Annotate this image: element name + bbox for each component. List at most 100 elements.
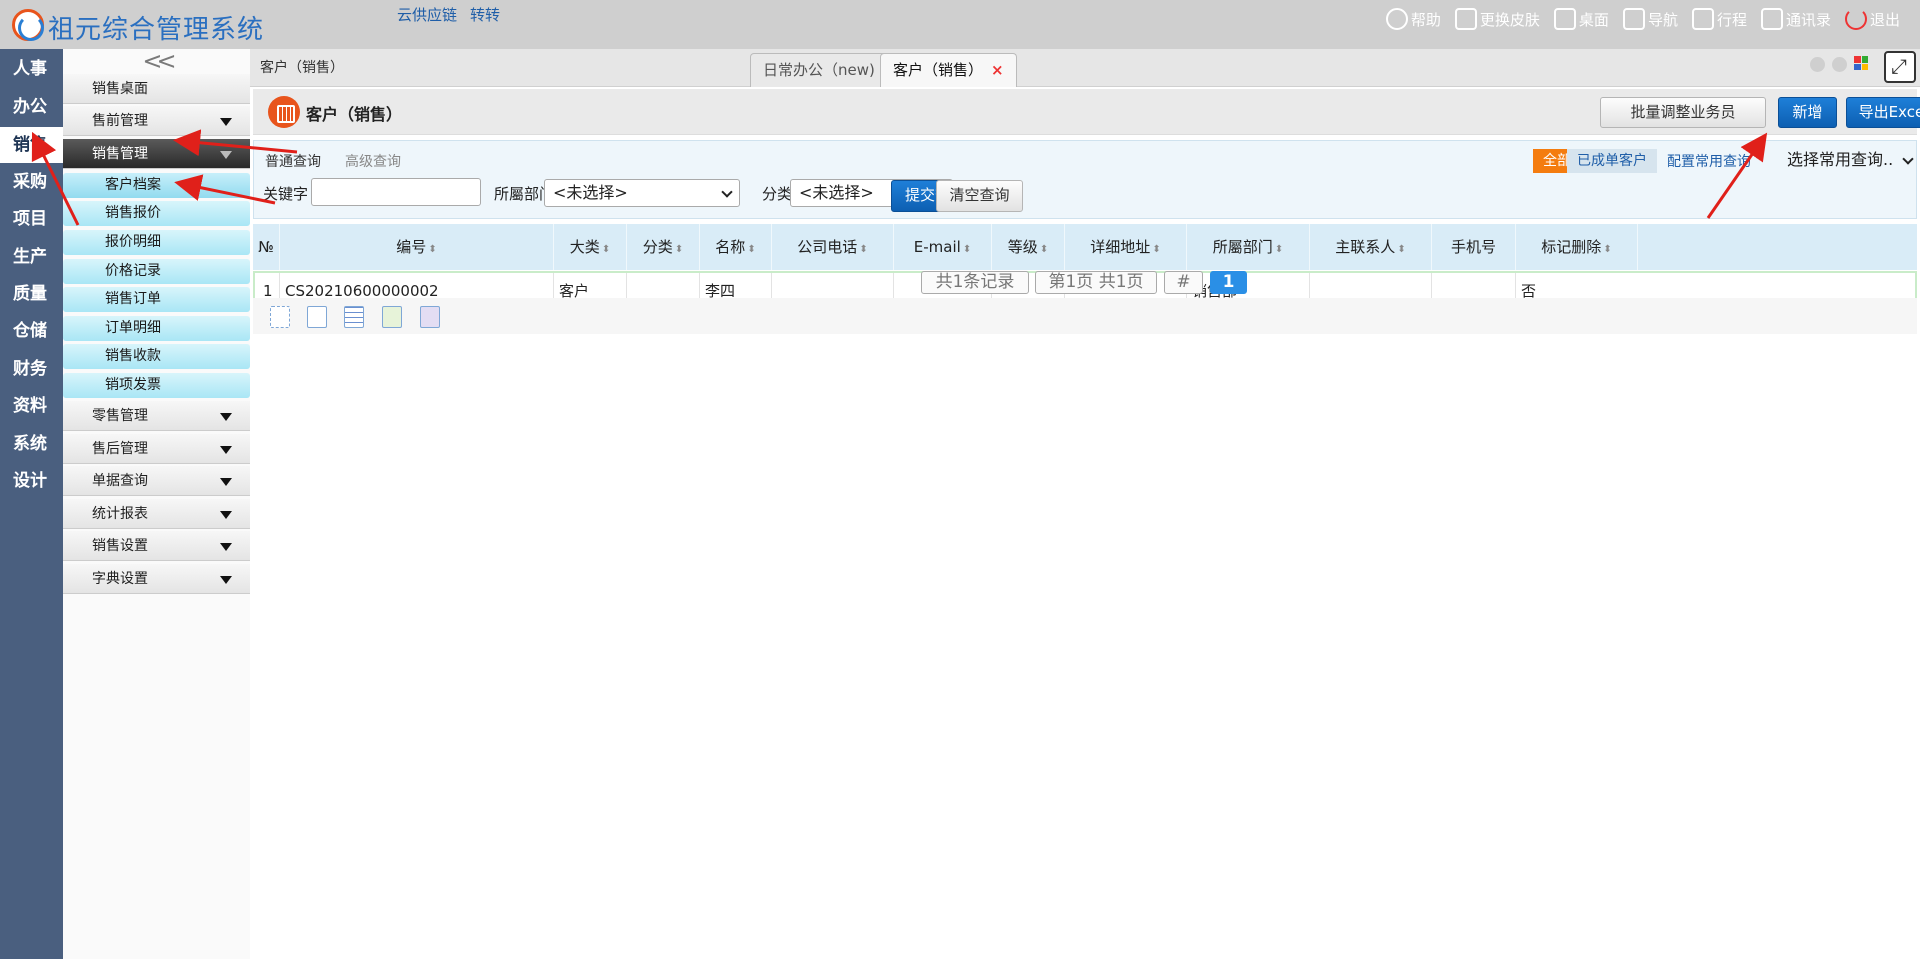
module-hr[interactable]: 人事 — [0, 51, 63, 87]
col-main-contact[interactable]: 主联系人 ⬍ — [1310, 224, 1432, 270]
app-window: 祖元综合管理系统 云供应链 转转 帮助 更换皮肤 桌面 导航 行程 通讯录 退出… — [0, 0, 1920, 959]
module-warehouse[interactable]: 仓储 — [0, 313, 63, 349]
sort-icon: ⬍ — [1152, 244, 1161, 255]
export-excel-button[interactable]: 导出Excel — [1846, 97, 1920, 128]
dept-select[interactable]: <未选择> — [544, 179, 740, 207]
chevron-down-icon — [220, 576, 232, 584]
module-purchase[interactable]: 采购 — [0, 164, 63, 200]
link-cloud-supply[interactable]: 云供应链 — [397, 4, 457, 25]
clear-query-button[interactable]: 清空查询 — [936, 180, 1023, 212]
col-code[interactable]: 编号 ⬍ — [280, 224, 554, 270]
keyword-input[interactable] — [311, 178, 481, 206]
page-header: 客户（销售） 批量调整业务员 新增 导出Excel — [253, 89, 1920, 135]
col-email[interactable]: E-mail ⬍ — [894, 224, 992, 270]
sort-icon: ⬍ — [962, 244, 972, 255]
col-no[interactable]: № — [253, 224, 280, 270]
module-office[interactable]: 办公 — [0, 89, 63, 125]
menu-group-sales-settings[interactable]: 销售设置 — [63, 531, 250, 561]
module-finance[interactable]: 财务 — [0, 351, 63, 387]
menu-item-sales-order[interactable]: 销售订单 — [63, 287, 250, 312]
col-company-phone[interactable]: 公司电话 ⬍ — [772, 224, 894, 270]
menu-item-order-detail[interactable]: 订单明细 — [63, 316, 250, 341]
menu-group-sales[interactable]: 销售管理 — [63, 139, 250, 169]
maximize-icon[interactable] — [1884, 51, 1916, 83]
col-department[interactable]: 所屬部门 ⬍ — [1187, 224, 1310, 270]
sort-icon: ⬍ — [859, 244, 868, 255]
col-name[interactable]: 名称 ⬍ — [700, 224, 772, 270]
tab-daily-office[interactable]: 日常办公（new) — [750, 53, 888, 87]
tab-normal-query[interactable]: 普通查询 — [265, 151, 321, 171]
help-icon — [1385, 8, 1408, 30]
app-title: 祖元综合管理系统 — [48, 15, 265, 45]
col-delete-flag[interactable]: 标记删除 ⬍ — [1516, 224, 1638, 270]
menu-sales-desktop[interactable]: 销售桌面 — [63, 74, 250, 104]
puzzle-icon[interactable] — [420, 306, 440, 328]
tabs-bar: 客户（销售） 日常办公（new) 客户（销售） × — [250, 49, 1920, 87]
menu-item-customer-archive[interactable]: 客户档案 — [63, 173, 250, 198]
table-icon[interactable] — [344, 306, 364, 328]
logout-button[interactable]: 退出 — [1844, 6, 1900, 32]
module-design[interactable]: 设计 — [0, 463, 63, 499]
collapse-sidebar-button[interactable]: << — [63, 47, 250, 75]
module-production[interactable]: 生产 — [0, 239, 63, 275]
pager-page-1[interactable]: 1 — [1210, 271, 1247, 294]
sort-icon: ⬍ — [747, 244, 756, 255]
add-button[interactable]: 新增 — [1778, 97, 1837, 128]
menu-group-doc-query[interactable]: 单据查询 — [63, 466, 250, 496]
sort-icon: ⬍ — [428, 244, 437, 255]
help-button[interactable]: 帮助 — [1385, 6, 1441, 32]
menu-group-retail[interactable]: 零售管理 — [63, 401, 250, 431]
grid-header: № 编号 ⬍ 大类 ⬍ 分类 ⬍ 名称 ⬍ 公司电话 ⬍ E-mail ⬍ 等级 ⬍ 详细地址… — [253, 224, 1917, 270]
common-query-select[interactable]: 选择常用查询.. — [1779, 147, 1920, 175]
module-quality[interactable]: 质量 — [0, 276, 63, 312]
chevron-down-icon — [220, 478, 232, 486]
sort-icon: ⬍ — [674, 244, 684, 255]
sort-icon: ⬍ — [1603, 244, 1612, 255]
col-address[interactable]: 详细地址 ⬍ — [1065, 224, 1187, 270]
menu-group-aftersale[interactable]: 售后管理 — [63, 434, 250, 464]
batch-adjust-salesman-button[interactable]: 批量调整业务员 — [1600, 97, 1766, 128]
desktop-button[interactable]: 桌面 — [1553, 6, 1609, 32]
menu-group-presale[interactable]: 售前管理 — [63, 106, 250, 136]
change-skin-button[interactable]: 更换皮肤 — [1454, 6, 1540, 32]
module-sales[interactable]: 销售 — [0, 127, 63, 163]
col-major-category[interactable]: 大类 ⬍ — [554, 224, 627, 270]
close-icon[interactable]: × — [991, 61, 1004, 79]
document-icon[interactable] — [307, 306, 327, 328]
menu-item-price-record[interactable]: 价格记录 — [63, 259, 250, 284]
sidebar-menu: << 销售桌面 售前管理 销售管理 客户档案 销售报价 报价明细 价格记录 销售… — [63, 47, 250, 959]
tab-customer-sales[interactable]: 客户（销售） × — [880, 53, 1017, 87]
tab-prev-icon[interactable] — [1810, 57, 1825, 72]
module-project[interactable]: 项目 — [0, 201, 63, 237]
filter-closed-customers[interactable]: 已成单客户 — [1567, 149, 1657, 173]
module-data[interactable]: 资料 — [0, 388, 63, 424]
page-title: 客户（销售） — [306, 105, 403, 124]
link-zhuanzhuan[interactable]: 转转 — [470, 4, 500, 25]
tab-advanced-query[interactable]: 高级查询 — [345, 151, 401, 171]
menu-item-output-invoice[interactable]: 销项发票 — [63, 373, 250, 398]
chevron-down-icon — [220, 413, 232, 421]
col-mobile[interactable]: 手机号 — [1432, 224, 1516, 270]
col-category[interactable]: 分类 ⬍ — [627, 224, 700, 270]
chevron-down-icon — [220, 511, 232, 519]
top-bar: 祖元综合管理系统 云供应链 转转 帮助 更换皮肤 桌面 导航 行程 通讯录 退出 — [0, 0, 1920, 49]
menu-item-sales-quote[interactable]: 销售报价 — [63, 201, 250, 226]
col-level[interactable]: 等级 ⬍ — [992, 224, 1065, 270]
select-icon[interactable] — [270, 306, 290, 328]
pager-jump[interactable]: # — [1164, 271, 1203, 294]
navigation-button[interactable]: 导航 — [1622, 6, 1678, 32]
menu-group-reports[interactable]: 统计报表 — [63, 499, 250, 529]
tab-list-icon[interactable] — [1854, 56, 1868, 70]
config-common-query-link[interactable]: 配置常用查询 — [1667, 151, 1751, 171]
category-label: 分类 — [762, 185, 793, 203]
tab-next-icon[interactable] — [1832, 57, 1847, 72]
module-system[interactable]: 系统 — [0, 426, 63, 462]
menu-item-sales-receipt[interactable]: 销售收款 — [63, 344, 250, 369]
contacts-button[interactable]: 通讯录 — [1760, 6, 1831, 32]
contacts-icon — [1760, 8, 1783, 30]
schedule-button[interactable]: 行程 — [1691, 6, 1747, 32]
edit-icon[interactable] — [382, 306, 402, 328]
menu-group-dictionary[interactable]: 字典设置 — [63, 564, 250, 594]
menu-item-quote-detail[interactable]: 报价明细 — [63, 230, 250, 255]
breadcrumb: 客户（销售） — [260, 60, 344, 76]
